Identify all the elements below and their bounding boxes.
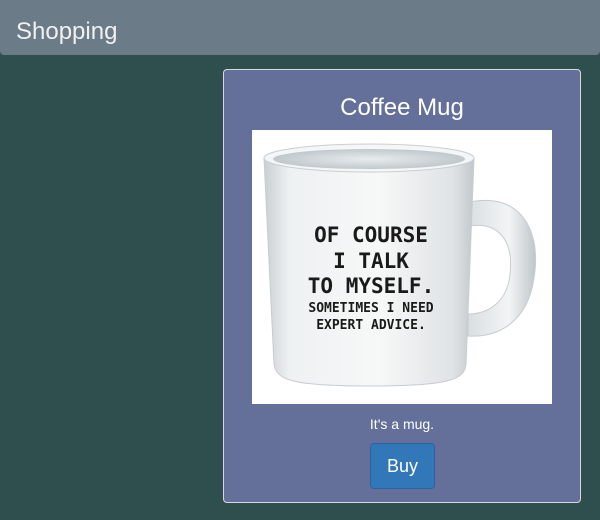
mug-print-line-2: I TALK <box>333 249 409 273</box>
coffee-mug-illustration: OF COURSE I TALK TO MYSELF. SOMETIMES I … <box>263 143 537 387</box>
product-card: Coffee Mug OF COURSE I TALK TO MYSELF. S… <box>223 69 581 503</box>
app-title: Shopping <box>16 18 118 45</box>
product-title: Coffee Mug <box>340 94 464 121</box>
mug-print-line-1: OF COURSE <box>314 223 428 247</box>
product-image: OF COURSE I TALK TO MYSELF. SOMETIMES I … <box>252 130 552 404</box>
app-header: Shopping <box>0 0 600 55</box>
mug-print-line-3: TO MYSELF. <box>308 274 434 298</box>
mug-print-line-4: SOMETIMES I NEED <box>308 301 433 316</box>
buy-button[interactable]: Buy <box>370 443 435 489</box>
product-description: It's a mug. <box>369 416 435 432</box>
mug-print-line-5: EXPERT ADVICE. <box>316 318 426 333</box>
